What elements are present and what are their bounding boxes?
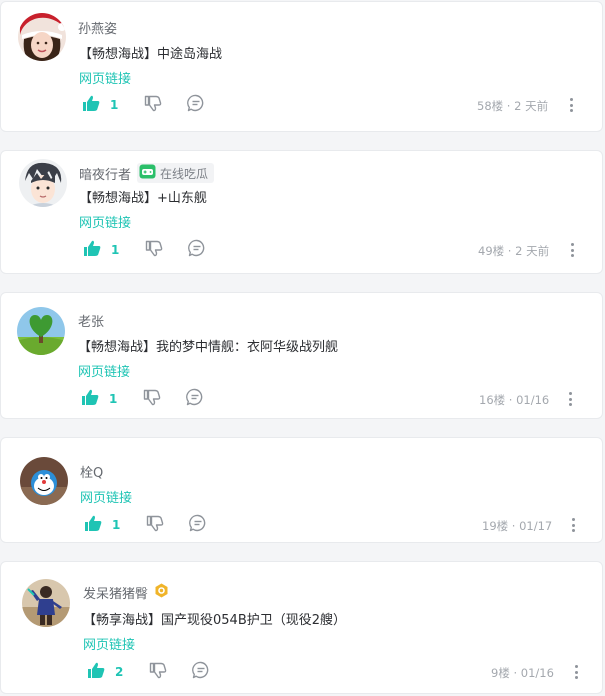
- comment-text: 【畅想海战】我的梦中情舰：衣阿华级战列舰: [78, 340, 339, 355]
- dislike-button[interactable]: [146, 515, 164, 536]
- avatar[interactable]: [22, 579, 70, 627]
- thumbs-up-icon: [84, 515, 102, 536]
- avatar[interactable]: [17, 307, 65, 355]
- thumbs-down-icon: [149, 662, 167, 683]
- username[interactable]: 孙燕姿: [78, 18, 117, 37]
- comment-bubble-icon: [186, 388, 204, 410]
- reply-button[interactable]: [192, 661, 210, 683]
- thumbs-down-icon: [145, 240, 163, 261]
- more-vertical-icon[interactable]: [571, 518, 575, 532]
- comment-card: 老张 【畅想海战】我的梦中情舰：衣阿华级战列舰 网页链接 1 16楼 · 01/…: [0, 292, 603, 419]
- post-meta: 19楼 · 01/17: [482, 518, 552, 534]
- avatar[interactable]: [18, 13, 66, 61]
- level-badge-icon: [154, 583, 169, 602]
- meta-separator: ·: [507, 244, 512, 258]
- user-badge: 在线吃瓜: [137, 163, 215, 183]
- meta-separator: ·: [506, 99, 511, 113]
- web-link[interactable]: 网页链接: [79, 68, 131, 87]
- thumbs-up-icon: [82, 95, 100, 116]
- web-link[interactable]: 网页链接: [80, 487, 132, 506]
- dislike-button[interactable]: [145, 240, 163, 261]
- comment-bubble-icon: [187, 94, 205, 116]
- avatar[interactable]: [19, 159, 67, 207]
- web-link[interactable]: 网页链接: [83, 634, 135, 653]
- comment-card: 栓Q 网页链接 1 19楼 · 01/17: [0, 437, 603, 543]
- username[interactable]: 暗夜行者 在线吃瓜: [79, 163, 215, 183]
- username-text: 暗夜行者: [79, 167, 132, 183]
- comment-bubble-icon: [188, 239, 206, 261]
- reply-button[interactable]: [187, 94, 205, 116]
- username[interactable]: 发呆猪猪臀: [83, 583, 169, 602]
- like-button[interactable]: 1: [83, 240, 119, 261]
- comment-text: 【畅享海战】国产现役054B护卫（现役2艘）: [83, 613, 347, 628]
- reply-button[interactable]: [189, 514, 207, 536]
- more-vertical-icon[interactable]: [570, 243, 574, 257]
- comment-actions: 1: [82, 94, 205, 116]
- like-count: 2: [115, 665, 124, 679]
- comment-actions: 2: [87, 661, 210, 683]
- floor-number: 9楼: [491, 666, 510, 680]
- comment-text: 【畅想海战】+山东舰: [79, 191, 207, 206]
- post-meta: 9楼 · 01/16: [491, 665, 554, 681]
- like-count: 1: [111, 243, 120, 257]
- comment-text: 【畅想海战】中途岛海战: [79, 47, 223, 62]
- thumbs-up-icon: [81, 389, 99, 410]
- more-vertical-icon[interactable]: [574, 665, 578, 679]
- comment-actions: 1: [81, 388, 204, 410]
- comment-bubble-icon: [192, 661, 210, 683]
- floor-number: 19楼: [482, 519, 509, 533]
- comment-card: 发呆猪猪臀 【畅享海战】国产现役054B护卫（现役2艘） 网页链接 2 9楼 ·…: [0, 561, 603, 694]
- like-count: 1: [110, 98, 119, 112]
- meta-separator: ·: [513, 666, 518, 680]
- comment-actions: 1: [84, 514, 207, 536]
- comment-actions: 1: [83, 239, 206, 261]
- meta-separator: ·: [508, 393, 513, 407]
- floor-number: 49楼: [478, 244, 505, 258]
- post-meta: 58楼 · 2 天前: [477, 98, 548, 114]
- thumbs-down-icon: [143, 389, 161, 410]
- post-time: 2 天前: [514, 99, 549, 113]
- post-time: 01/16: [516, 393, 550, 407]
- post-time: 01/16: [520, 666, 554, 680]
- more-vertical-icon[interactable]: [568, 392, 572, 406]
- like-button[interactable]: 1: [84, 515, 120, 536]
- thumbs-down-icon: [144, 95, 162, 116]
- avatar[interactable]: [20, 457, 68, 505]
- comment-bubble-icon: [189, 514, 207, 536]
- username[interactable]: 老张: [78, 311, 104, 330]
- comment-card: 孙燕姿 【畅想海战】中途岛海战 网页链接 1 58楼 · 2 天前: [0, 1, 603, 132]
- more-vertical-icon[interactable]: [569, 98, 573, 112]
- username[interactable]: 栓Q: [80, 462, 103, 481]
- comment-feed: 孙燕姿 【畅想海战】中途岛海战 网页链接 1 58楼 · 2 天前 暗夜行者 在…: [0, 0, 605, 696]
- reply-button[interactable]: [186, 388, 204, 410]
- like-count: 1: [109, 392, 118, 406]
- post-meta: 49楼 · 2 天前: [478, 243, 549, 259]
- web-link[interactable]: 网页链接: [78, 361, 130, 380]
- comment-card: 暗夜行者 在线吃瓜 【畅想海战】+山东舰 网页链接 1 49楼 · 2 天前: [0, 150, 603, 274]
- post-time: 01/17: [519, 519, 553, 533]
- username-text: 老张: [78, 315, 105, 330]
- badge-label: 在线吃瓜: [160, 166, 209, 181]
- post-meta: 16楼 · 01/16: [479, 392, 549, 408]
- like-button[interactable]: 1: [81, 389, 117, 410]
- username-text: 栓Q: [80, 466, 104, 481]
- thumbs-up-icon: [87, 662, 105, 683]
- like-button[interactable]: 2: [87, 662, 123, 683]
- dislike-button[interactable]: [149, 662, 167, 683]
- post-time: 2 天前: [515, 244, 550, 258]
- gamepad-icon: [139, 164, 156, 182]
- dislike-button[interactable]: [144, 95, 162, 116]
- reply-button[interactable]: [188, 239, 206, 261]
- username-text: 发呆猪猪臀: [83, 587, 149, 602]
- username-text: 孙燕姿: [78, 22, 118, 37]
- like-count: 1: [112, 518, 121, 532]
- meta-separator: ·: [511, 519, 516, 533]
- floor-number: 58楼: [477, 99, 504, 113]
- web-link[interactable]: 网页链接: [79, 212, 131, 231]
- floor-number: 16楼: [479, 393, 506, 407]
- like-button[interactable]: 1: [82, 95, 118, 116]
- dislike-button[interactable]: [143, 389, 161, 410]
- thumbs-down-icon: [146, 515, 164, 536]
- thumbs-up-icon: [83, 240, 101, 261]
